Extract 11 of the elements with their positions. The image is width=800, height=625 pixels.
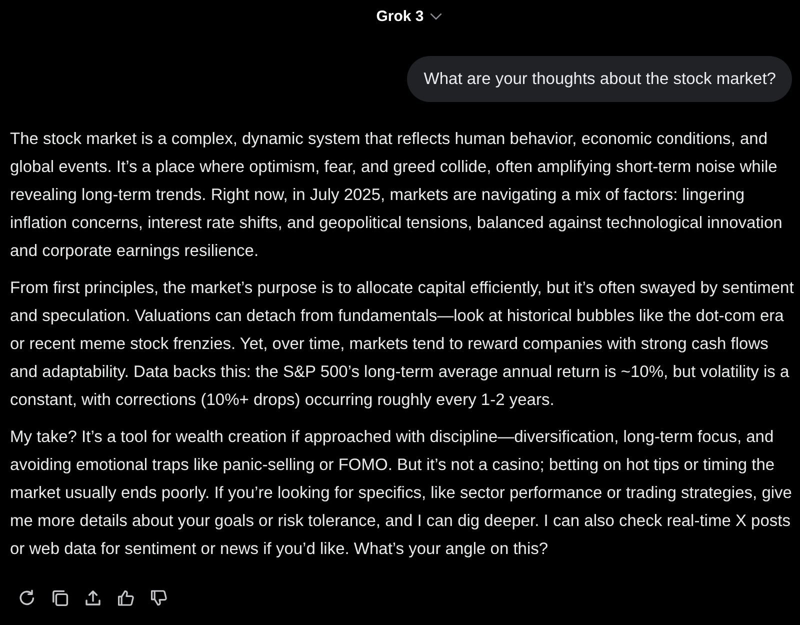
user-message-bubble: What are your thoughts about the stock market? xyxy=(406,56,792,102)
thumbs-up-icon xyxy=(117,589,135,607)
response-paragraph: The stock market is a complex, dynamic system that reflects human behavior, economic conditions, and global events. It’s a place where optimism, fear, and greed collide, often amplifying short-term noise while revealing long-term trends. Right now, in July 2025, markets are navigating a mix of factors: lingering inflation concerns, interest rate shifts, and geopolitical tensions, balanced against technological innovation and corporate earnings resilience. xyxy=(10,129,784,262)
copy-icon xyxy=(51,589,69,607)
model-selector[interactable]: Grok 3 xyxy=(372,3,446,29)
upload-icon xyxy=(84,589,102,607)
response-paragraph: My take? It’s a tool for wealth creation if approached with discipline—diversification, long-term focus, and avoiding emotional traps like panic-selling or FOMO. But it’s not a casino; betting on hot tips or timing the market usually ends poorly. If you’re looking for specifics, like sector performance or trading strategies, give me more details about your goals or risk tolerance, and I can dig deeper. I can also check real-time X posts or web data for sentiment or news if you’d like. What’s your angle on this? xyxy=(10,427,793,560)
response-paragraph: From first principles, the market’s purpose is to allocate capital efficiently, but it’s often swayed by sentiment and speculation. Valuations can detach from fundamentals—look at historical bubbles like the dot-com era or recent meme stock frenzies. Yet, over time, markets tend to reward companies with strong cash flows and adaptability. Data backs this: the S&P 500’s long-term average annual return is ~10%, but volatility is a constant, with corrections (10%+ drops) occurring roughly every 1-2 years. xyxy=(10,278,794,411)
thumbs-down-icon xyxy=(150,589,168,607)
chevron-down-icon xyxy=(430,12,442,20)
refresh-icon xyxy=(18,589,36,607)
